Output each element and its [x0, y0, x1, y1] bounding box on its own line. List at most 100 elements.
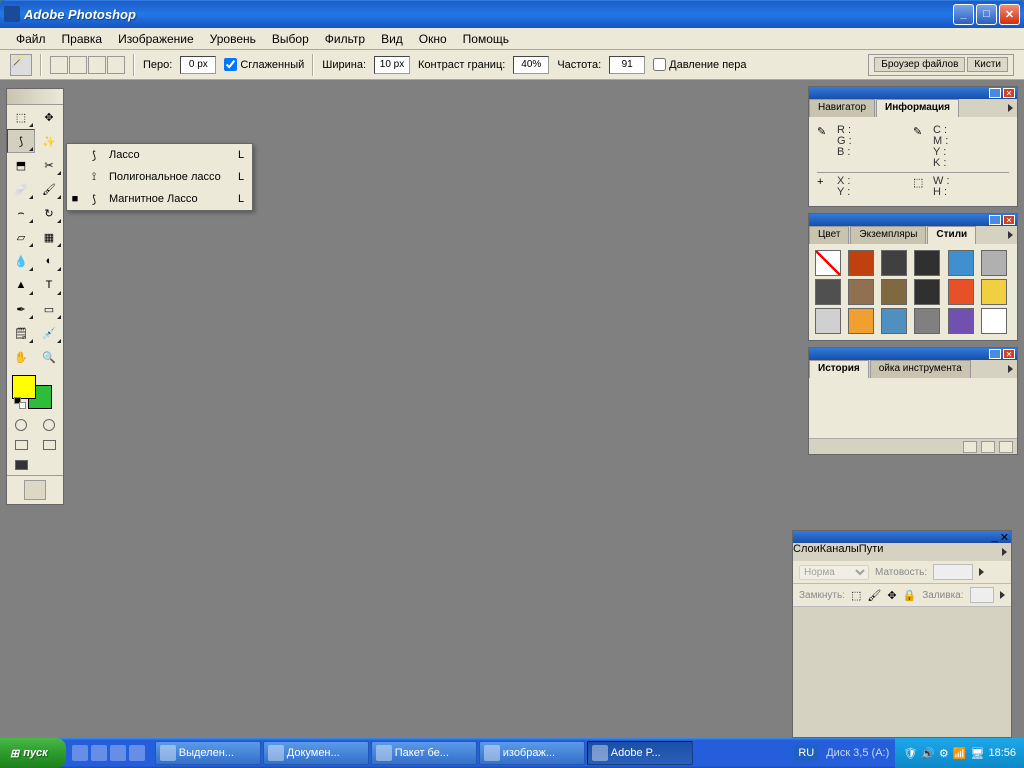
style-swatch[interactable] — [914, 250, 940, 276]
style-swatch[interactable] — [981, 308, 1007, 334]
tray-icon[interactable]: 📶 — [953, 747, 967, 760]
tab-info[interactable]: Информация — [876, 99, 959, 117]
task-item[interactable]: Выделен... — [155, 741, 261, 765]
frequency-input[interactable] — [609, 56, 645, 74]
new-doc-icon[interactable] — [963, 441, 977, 453]
ql-icon[interactable] — [110, 745, 126, 761]
tool-notes[interactable]: 🗒 — [7, 321, 35, 345]
default-colors-icon[interactable] — [14, 397, 26, 409]
tab-swatches[interactable]: Экземпляры — [850, 226, 926, 244]
flyout-poly-lasso[interactable]: ⟟ Полигональное лассо L — [67, 166, 252, 188]
opacity-arrow-icon[interactable] — [979, 568, 984, 576]
tab-styles[interactable]: Стили — [927, 226, 976, 244]
task-item[interactable]: Пакет бе... — [371, 741, 477, 765]
style-swatch[interactable] — [815, 250, 841, 276]
start-button[interactable]: ⊞ пуск — [0, 738, 66, 768]
tool-hand[interactable]: ✋ — [7, 345, 35, 369]
opacity-input[interactable] — [933, 564, 973, 580]
tool-gradient[interactable]: ▦ — [35, 225, 63, 249]
fill-arrow-icon[interactable] — [1000, 591, 1005, 599]
menu-image[interactable]: Изображение — [110, 30, 202, 48]
well-tab-filebrowser[interactable]: Броузер файлов — [874, 57, 965, 72]
panel-close-button[interactable]: ✕ — [1000, 531, 1009, 544]
style-swatch[interactable] — [881, 250, 907, 276]
well-tab-brushes[interactable]: Кисти — [967, 57, 1008, 72]
contrast-input[interactable] — [513, 56, 549, 74]
screen-full-menu[interactable] — [35, 435, 63, 455]
panel-minimize-button[interactable]: _ — [992, 531, 998, 543]
tool-lasso[interactable]: ⟆ — [7, 129, 35, 153]
panel-menu-icon[interactable] — [997, 543, 1011, 561]
selection-subtract-icon[interactable] — [88, 56, 106, 74]
tool-stamp[interactable]: ⌢ — [7, 201, 35, 225]
menu-edit[interactable]: Правка — [54, 30, 111, 48]
mode-quickmask[interactable] — [35, 415, 63, 435]
tool-eyedropper[interactable]: 💉 — [35, 321, 63, 345]
style-swatch[interactable] — [848, 279, 874, 305]
lock-move-icon[interactable]: ✥ — [887, 589, 896, 602]
tray-icon[interactable]: 🖥 — [971, 747, 985, 760]
lock-all-icon[interactable]: 🔒 — [903, 589, 917, 602]
lock-pixels-icon[interactable]: ⬚ — [851, 589, 861, 602]
style-swatch[interactable] — [815, 279, 841, 305]
menu-filter[interactable]: Фильтр — [317, 30, 373, 48]
style-swatch[interactable] — [981, 250, 1007, 276]
task-item[interactable]: изображ... — [479, 741, 585, 765]
menu-window[interactable]: Окно — [411, 30, 455, 48]
panel-close-button[interactable]: ✕ — [1003, 215, 1015, 225]
tool-dodge[interactable]: ◐ — [35, 249, 63, 273]
menu-layer[interactable]: Уровень — [202, 30, 264, 48]
clock[interactable]: 18:56 — [988, 747, 1016, 759]
tab-channels[interactable]: Каналы — [820, 543, 859, 561]
tray-icon[interactable]: 🛡 — [903, 747, 917, 760]
tool-brush[interactable]: 🖌 — [35, 177, 63, 201]
fill-input[interactable] — [970, 587, 994, 603]
ql-icon[interactable] — [91, 745, 107, 761]
screen-standard[interactable] — [7, 435, 35, 455]
style-swatch[interactable] — [981, 279, 1007, 305]
tray-icon[interactable]: ⚙ — [939, 747, 949, 760]
menu-help[interactable]: Помощь — [455, 30, 517, 48]
pressure-checkbox[interactable]: Давление пера — [653, 58, 746, 71]
tool-preset-icon[interactable]: 🪄 — [10, 54, 32, 76]
width-input[interactable] — [374, 56, 410, 74]
blend-mode-select[interactable]: Норма — [799, 565, 869, 580]
tab-paths[interactable]: Пути — [859, 543, 884, 561]
trash-icon[interactable] — [999, 441, 1013, 453]
style-swatch[interactable] — [948, 279, 974, 305]
tray-icon[interactable]: 🔊 — [921, 747, 935, 760]
feather-input[interactable] — [180, 56, 216, 74]
menu-file[interactable]: Файл — [8, 30, 54, 48]
tool-marquee[interactable]: ⬚ — [7, 105, 35, 129]
tool-zoom[interactable]: 🔍 — [35, 345, 63, 369]
mode-standard[interactable] — [7, 415, 35, 435]
tool-crop[interactable]: ⬒ — [7, 153, 35, 177]
tab-actions[interactable]: ойка инструмента — [870, 360, 971, 378]
tool-move[interactable]: ✥ — [35, 105, 63, 129]
ql-icon[interactable] — [72, 745, 88, 761]
panel-minimize-button[interactable]: _ — [989, 88, 1001, 98]
tool-slice[interactable]: ✂ — [35, 153, 63, 177]
panel-close-button[interactable]: ✕ — [1003, 349, 1015, 359]
tool-eraser[interactable]: ▱ — [7, 225, 35, 249]
task-item[interactable]: Докумен... — [263, 741, 369, 765]
flyout-magnetic-lasso[interactable]: ■ ⟆ Магнитное Лассо L — [67, 188, 252, 210]
panel-menu-icon[interactable] — [1003, 226, 1017, 244]
close-button[interactable]: ✕ — [999, 4, 1020, 25]
jump-imageready-icon[interactable] — [24, 480, 46, 500]
selection-intersect-icon[interactable] — [107, 56, 125, 74]
tab-layers[interactable]: Слои — [793, 543, 820, 561]
panel-menu-icon[interactable] — [1003, 99, 1017, 117]
toolbox-header[interactable] — [7, 89, 63, 105]
menu-select[interactable]: Выбор — [264, 30, 317, 48]
task-item[interactable]: Adobe P... — [587, 741, 693, 765]
screen-full[interactable] — [7, 455, 35, 475]
language-indicator[interactable]: RU — [794, 745, 818, 761]
panel-close-button[interactable]: ✕ — [1003, 88, 1015, 98]
style-swatch[interactable] — [914, 308, 940, 334]
style-swatch[interactable] — [914, 279, 940, 305]
tab-navigator[interactable]: Навигатор — [809, 99, 875, 117]
tool-wand[interactable]: ✨ — [35, 129, 63, 153]
panel-minimize-button[interactable]: _ — [989, 215, 1001, 225]
menu-view[interactable]: Вид — [373, 30, 411, 48]
